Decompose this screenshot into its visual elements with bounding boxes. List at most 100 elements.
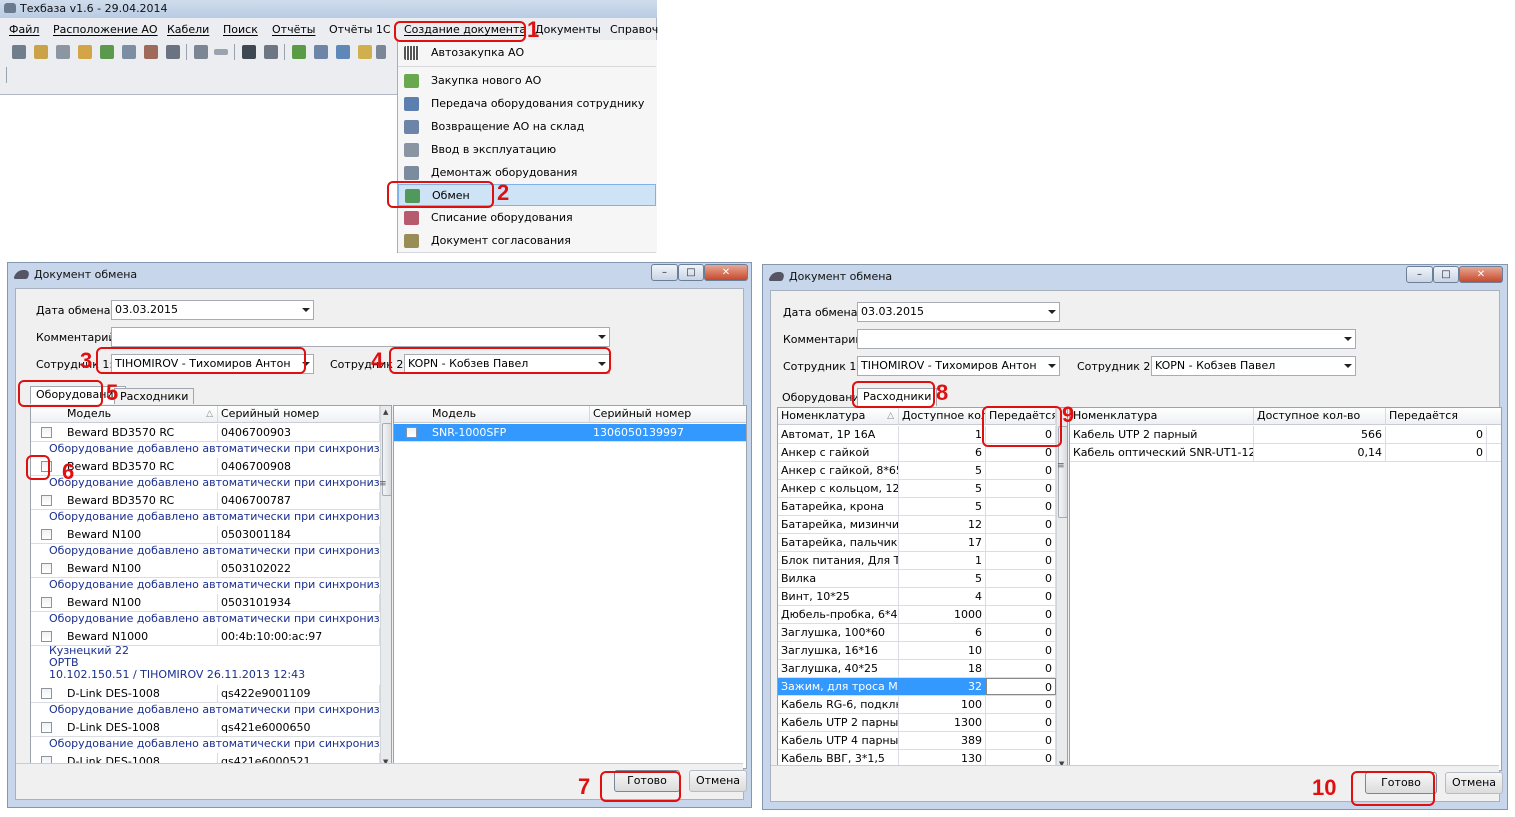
table-row[interactable]: SNR-1000SFP 1306050139997	[394, 424, 746, 442]
row-checkbox[interactable]	[41, 495, 52, 506]
table-row[interactable]: Блок питания, Для ТВ пр10	[778, 552, 1056, 570]
menu-file[interactable]: Файл	[9, 23, 39, 36]
cell-transfer[interactable]: 0	[1386, 426, 1487, 443]
table-row[interactable]: Батарейка, крона 5 0	[778, 498, 1056, 516]
cancel-button[interactable]: Отмена	[689, 770, 747, 792]
toolbar-icon-16[interactable]	[358, 45, 372, 59]
table-row[interactable]: Анкер с гайкой, 8*65 5 0	[778, 462, 1056, 480]
row-checkbox[interactable]	[41, 722, 52, 733]
toolbar-icon-3[interactable]	[56, 45, 70, 59]
cell-transfer[interactable]: 0	[986, 642, 1056, 659]
table-row[interactable]: Заглушка, 100*60 6 0	[778, 624, 1056, 642]
table-row[interactable]: Вилка 5 0	[778, 570, 1056, 588]
column-header-nomenclature[interactable]: Номенклатура	[1070, 408, 1254, 425]
maximize-button[interactable]: □	[678, 264, 704, 281]
table-row[interactable]: Beward BD3570 RC 0406700903	[31, 424, 380, 442]
exchange-date-picker[interactable]: 03.03.2015	[857, 302, 1060, 322]
table-row[interactable]: Заглушка, 40*25 18 0	[778, 660, 1056, 678]
table-row[interactable]: Батарейка, пальчиковая170	[778, 534, 1056, 552]
menu-item-return-to-warehouse[interactable]: Возвращение АО на склад	[398, 116, 656, 138]
table-row[interactable]: Кабель UTP 2 парный 566 0	[1070, 426, 1501, 444]
column-header-transfer[interactable]: Передаётся	[1386, 408, 1501, 425]
binoculars-icon[interactable]	[242, 45, 256, 59]
menu-help[interactable]: Справоч	[610, 23, 658, 36]
table-row[interactable]: D-Link DES-1008 qs422e9001109	[31, 685, 380, 703]
menu-item-transfer-to-employee[interactable]: Передача оборудования сотруднику	[398, 93, 656, 115]
splitter-grip[interactable]: ≡	[1057, 461, 1065, 471]
menu-cables[interactable]: Кабели	[167, 23, 209, 36]
vertical-scrollbar[interactable]: ▲ ▼	[380, 406, 391, 768]
exchange-date-picker[interactable]: 03.03.2015	[111, 300, 314, 320]
cell-transfer[interactable]: 0	[986, 714, 1056, 731]
table-row[interactable]: Beward BD3570 RC 0406700787	[31, 492, 380, 510]
toolbar-icon-9[interactable]	[194, 45, 208, 59]
menu-location[interactable]: Расположение АО	[53, 23, 158, 36]
cell-transfer[interactable]: 0	[986, 498, 1056, 515]
toolbar-icon-7[interactable]	[144, 45, 158, 59]
comment-combo[interactable]	[857, 329, 1356, 349]
cell-transfer[interactable]: 0	[986, 696, 1056, 713]
menu-item-commissioning[interactable]: Ввод в эксплуатацию	[398, 139, 656, 161]
toolbar-icon-13[interactable]	[292, 45, 306, 59]
cancel-button[interactable]: Отмена	[1445, 772, 1503, 794]
table-row[interactable]: Кабель UTP 4 парный 389 0	[778, 732, 1056, 750]
splitter-grip[interactable]: ≡	[379, 479, 387, 489]
toolbar-icon-8[interactable]	[166, 45, 180, 59]
menu-documents[interactable]: Документы	[535, 23, 601, 36]
comment-combo[interactable]	[111, 327, 610, 347]
employee-2-select[interactable]: KOPN - Кобзев Павел	[1151, 356, 1356, 376]
search-icon[interactable]	[122, 45, 136, 59]
minimize-button[interactable]: –	[1406, 266, 1433, 283]
row-checkbox[interactable]	[41, 688, 52, 699]
table-row[interactable]: Анкер с кольцом, 12*7050	[778, 480, 1056, 498]
cell-transfer[interactable]: 0	[986, 462, 1056, 479]
table-row[interactable]: Beward BD3570 RC 0406700908	[31, 458, 380, 476]
cell-transfer[interactable]: 0	[986, 660, 1056, 677]
close-button[interactable]: ✕	[1459, 266, 1503, 283]
menu-item-write-off[interactable]: Списание оборудования	[398, 207, 656, 229]
column-header-model[interactable]: Модель	[394, 406, 590, 423]
row-checkbox[interactable]	[41, 427, 52, 438]
column-header-serial[interactable]: Серийный номер	[218, 406, 380, 423]
scroll-up-icon[interactable]: ▲	[383, 408, 388, 416]
menu-item-auto-purchase[interactable]: Автозакупка АО	[398, 42, 656, 64]
table-row[interactable]: Beward N1000 00:4b:10:00:ac:97	[31, 628, 380, 646]
toolbar-icon-4[interactable]	[78, 45, 92, 59]
row-checkbox[interactable]	[41, 631, 52, 642]
cell-transfer[interactable]: 0	[986, 480, 1056, 497]
menu-search[interactable]: Поиск	[223, 23, 258, 36]
column-header-available[interactable]: Доступное кол-во	[899, 408, 986, 425]
cell-transfer[interactable]: 0	[986, 678, 1056, 695]
toolbar-icon-15[interactable]	[336, 45, 350, 59]
table-row[interactable]: Beward N100 0503001184	[31, 526, 380, 544]
tab-consumables[interactable]: Расходники	[114, 388, 195, 404]
toolbar-icon-17[interactable]	[376, 45, 386, 59]
cell-transfer[interactable]: 0	[1386, 444, 1487, 461]
column-header-available[interactable]: Доступное кол-во	[1254, 408, 1386, 425]
cell-transfer[interactable]: 0	[986, 552, 1056, 569]
column-header-nomenclature[interactable]: Номенклатура △	[778, 408, 899, 425]
table-row[interactable]: Кабель оптический SNR-UT1-12 0,14 0	[1070, 444, 1501, 462]
close-button[interactable]: ✕	[704, 264, 748, 281]
column-header-serial[interactable]: Серийный номер	[590, 406, 746, 423]
toolbar-icon-14[interactable]	[314, 45, 328, 59]
employee-1-select[interactable]: TIHOMIROV - Тихомиров Антон	[857, 356, 1060, 376]
table-row[interactable]: Кабель UTP 2 парный 1300 0	[778, 714, 1056, 732]
table-row[interactable]: Зажим, для троса М6 32 0	[778, 678, 1056, 696]
menu-reports[interactable]: Отчёты	[272, 23, 315, 36]
menu-item-approval-document[interactable]: Документ согласования	[398, 230, 656, 252]
cell-transfer[interactable]: 0	[986, 606, 1056, 623]
menu-reports-1c[interactable]: Отчёты 1С	[329, 23, 391, 36]
cell-transfer[interactable]: 0	[986, 516, 1056, 533]
toolbar-icon-5[interactable]	[100, 45, 114, 59]
cell-transfer[interactable]: 0	[986, 570, 1056, 587]
table-row[interactable]: Заглушка, 16*16 10 0	[778, 642, 1056, 660]
row-checkbox[interactable]	[406, 427, 417, 438]
table-row[interactable]: Дюбель-пробка, 6*41 1000 0	[778, 606, 1056, 624]
row-checkbox[interactable]	[41, 529, 52, 540]
toolbar-icon-2[interactable]	[34, 45, 48, 59]
table-row[interactable]: Beward N100 0503101934	[31, 594, 380, 612]
cell-transfer[interactable]: 0	[986, 624, 1056, 641]
table-row[interactable]: Батарейка, мизинчиковая120	[778, 516, 1056, 534]
column-header-model[interactable]: Модель △	[31, 406, 218, 423]
